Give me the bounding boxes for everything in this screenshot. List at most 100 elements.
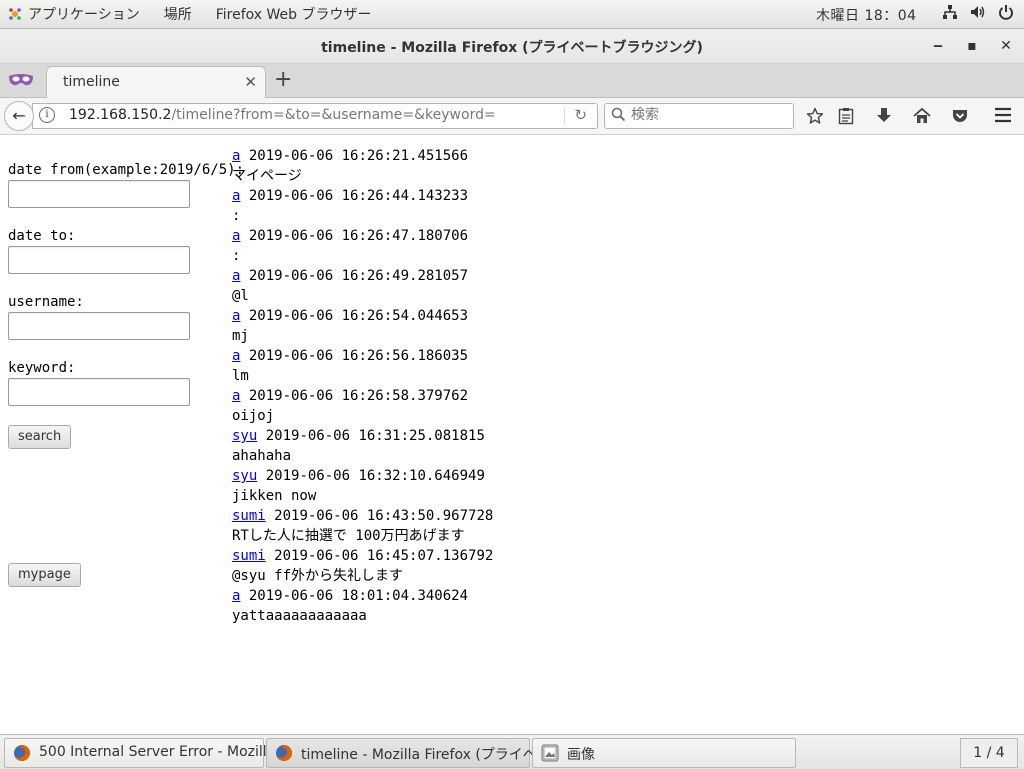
- timeline-message: @syu ff外から失礼します: [232, 568, 404, 584]
- timeline-user-link[interactable]: a: [232, 388, 240, 404]
- timeline-user-link[interactable]: a: [232, 588, 240, 604]
- timeline-user-link[interactable]: a: [232, 188, 240, 204]
- timeline-user-link[interactable]: a: [232, 228, 240, 244]
- places-menu[interactable]: 場所: [164, 4, 192, 24]
- private-browsing-mask-icon: [8, 72, 34, 92]
- timeline-timestamp: 2019-06-06 16:26:58.379762: [248, 388, 469, 404]
- date-from-field[interactable]: [8, 180, 190, 208]
- timeline-message: jikken now: [232, 488, 317, 504]
- timeline-entry-header: syu 2019-06-06 16:32:10.646949: [232, 466, 493, 486]
- taskbar-item-error-window[interactable]: 500 Internal Server Error - Mozilla ...: [4, 738, 293, 768]
- window-title: timeline - Mozilla Firefox (プライベートブラウジング…: [321, 40, 703, 56]
- system-tray[interactable]: [942, 4, 1014, 20]
- mypage-button[interactable]: mypage: [8, 563, 81, 587]
- page-content: date from(example:2019/6/5): date to: us…: [0, 135, 1024, 733]
- bookmark-star-icon[interactable]: [806, 107, 824, 129]
- timeline-entry-header: sumi 2019-06-06 16:43:50.967728: [232, 506, 493, 526]
- timeline-entry-header: a 2019-06-06 16:26:44.143233: [232, 186, 493, 206]
- power-icon: [998, 4, 1014, 20]
- timeline-entry-header: a 2019-06-06 18:01:04.340624: [232, 586, 493, 606]
- url-host: 192.168.150.2: [69, 107, 172, 123]
- url-separator: [564, 107, 565, 125]
- timeline-entry-header: syu 2019-06-06 16:31:25.081815: [232, 426, 493, 446]
- search-icon: [611, 107, 626, 126]
- volume-icon: [970, 4, 986, 20]
- timeline-message: :: [232, 208, 241, 224]
- search-input[interactable]: [629, 106, 783, 124]
- timeline-message: RTした人に抽選で 100万円あげます: [232, 528, 465, 544]
- timeline-message: ahahaha: [232, 448, 292, 464]
- timeline-user-link[interactable]: a: [232, 268, 240, 284]
- timeline-user-link[interactable]: a: [232, 148, 240, 164]
- bookmarks-library-icon[interactable]: [838, 107, 854, 129]
- search-button[interactable]: search: [8, 425, 72, 449]
- search-bar[interactable]: [604, 103, 794, 129]
- timeline-timestamp: 2019-06-06 16:26:54.044653: [248, 308, 469, 324]
- maximize-button[interactable]: ▪: [961, 35, 983, 57]
- downloads-icon[interactable]: [876, 107, 892, 129]
- image-viewer-icon: [541, 744, 559, 766]
- username-field[interactable]: [8, 312, 190, 340]
- timeline-user-link[interactable]: syu: [232, 428, 257, 444]
- tab-timeline[interactable]: timeline ✕: [46, 66, 266, 98]
- taskbar-item-timeline-window[interactable]: timeline - Mozilla Firefox (プライベ…: [266, 738, 551, 768]
- timeline-message: @l: [232, 288, 249, 304]
- keyword-label: keyword:: [8, 360, 76, 376]
- taskbar-item-image-window[interactable]: 画像: [532, 738, 796, 768]
- timeline-message: mj: [232, 328, 249, 344]
- navigation-toolbar: i 192.168.150.2/timeline?from=&to=&usern…: [0, 98, 1024, 135]
- reload-icon[interactable]: ↻: [574, 106, 587, 124]
- workspace-indicator[interactable]: 1 / 4: [960, 738, 1018, 768]
- window-list-taskbar: 500 Internal Server Error - Mozilla ... …: [0, 734, 1024, 769]
- date-from-label: date from(example:2019/6/5):: [8, 162, 245, 178]
- username-label: username:: [8, 294, 84, 310]
- taskbar-item-label: 画像: [567, 747, 595, 763]
- new-tab-button[interactable]: +: [274, 68, 292, 92]
- timeline-entry-header: a 2019-06-06 16:26:54.044653: [232, 306, 493, 326]
- active-app-menu[interactable]: Firefox Web ブラウザー: [216, 4, 372, 24]
- timeline-timestamp: 2019-06-06 18:01:04.340624: [248, 588, 469, 604]
- url-text[interactable]: 192.168.150.2/timeline?from=&to=&usernam…: [69, 107, 496, 123]
- back-button[interactable]: ←: [4, 101, 34, 131]
- firefox-icon: [275, 744, 293, 766]
- timeline-timestamp: 2019-06-06 16:26:44.143233: [248, 188, 469, 204]
- url-bar[interactable]: i 192.168.150.2/timeline?from=&to=&usern…: [32, 103, 598, 129]
- taskbar-item-label: 500 Internal Server Error - Mozilla ...: [39, 744, 294, 760]
- date-to-field[interactable]: [8, 246, 190, 274]
- timeline-timestamp: 2019-06-06 16:26:56.186035: [248, 348, 469, 364]
- clock[interactable]: 木曜日 18：04: [816, 5, 917, 25]
- timeline-user-link[interactable]: syu: [232, 468, 257, 484]
- applications-icon: [8, 7, 22, 21]
- timeline-timestamp: 2019-06-06 16:26:21.451566: [248, 148, 469, 164]
- applications-menu[interactable]: アプリケーション: [28, 4, 140, 24]
- timeline-timestamp: 2019-06-06 16:26:49.281057: [248, 268, 469, 284]
- gnome-top-bar: アプリケーション 場所 Firefox Web ブラウザー 木曜日 18：04: [0, 0, 1024, 29]
- timeline-entry-header: a 2019-06-06 16:26:58.379762: [232, 386, 493, 406]
- timeline-user-link[interactable]: a: [232, 348, 240, 364]
- timeline-timestamp: 2019-06-06 16:26:47.180706: [248, 228, 469, 244]
- site-info-icon[interactable]: i: [39, 107, 55, 123]
- keyword-field[interactable]: [8, 378, 190, 406]
- network-icon: [942, 4, 958, 20]
- hamburger-menu-icon[interactable]: [994, 107, 1012, 127]
- timeline-timestamp: 2019-06-06 16:31:25.081815: [265, 428, 485, 444]
- home-icon[interactable]: [913, 107, 931, 129]
- timeline-entry-header: a 2019-06-06 16:26:49.281057: [232, 266, 493, 286]
- timeline-message: yattaaaaaaaaaaaa: [232, 608, 367, 624]
- tab-bar: timeline ✕ +: [0, 64, 1024, 98]
- timeline-message: マイページ: [232, 168, 302, 184]
- url-path: /timeline?from=&to=&username=&keyword=: [171, 107, 496, 123]
- firefox-icon: [13, 744, 31, 766]
- close-window-button[interactable]: ✕: [995, 35, 1017, 57]
- date-to-label: date to:: [8, 228, 76, 244]
- window-titlebar[interactable]: timeline - Mozilla Firefox (プライベートブラウジング…: [0, 29, 1024, 64]
- timeline-user-link[interactable]: sumi: [232, 508, 266, 524]
- pocket-icon[interactable]: [951, 107, 969, 129]
- timeline-entry-header: a 2019-06-06 16:26:56.186035: [232, 346, 493, 366]
- close-tab-icon[interactable]: ✕: [244, 73, 257, 91]
- timeline-entry-header: a 2019-06-06 16:26:21.451566: [232, 146, 493, 166]
- timeline-user-link[interactable]: a: [232, 308, 240, 324]
- timeline-user-link[interactable]: sumi: [232, 548, 266, 564]
- minimize-button[interactable]: ‒: [927, 35, 949, 57]
- timeline-timestamp: 2019-06-06 16:32:10.646949: [265, 468, 485, 484]
